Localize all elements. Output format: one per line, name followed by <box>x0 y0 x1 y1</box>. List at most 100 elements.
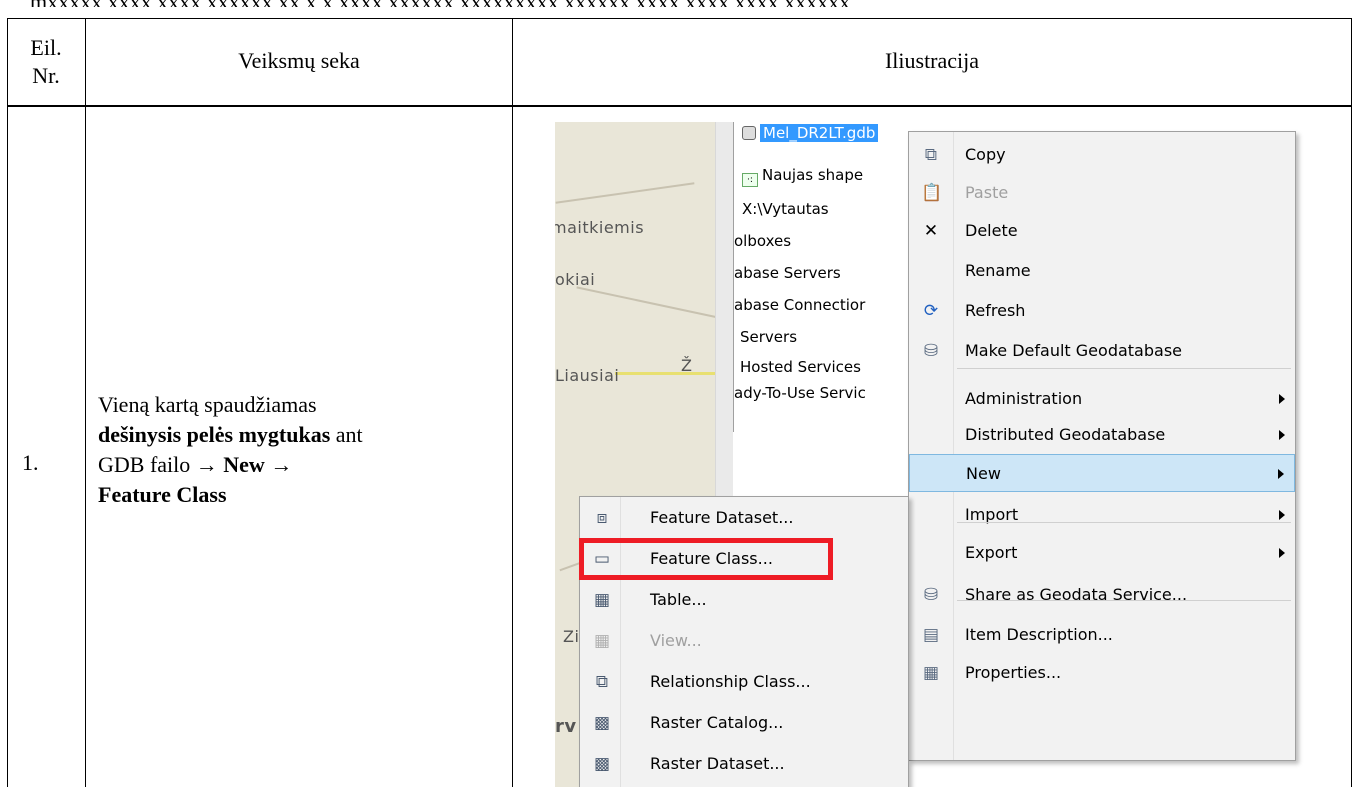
menu-separator <box>957 368 1291 369</box>
menu-separator <box>957 600 1291 601</box>
step-feature-class: Feature Class <box>98 482 227 507</box>
illustration-screenshot: maitkiemis okiai Liausiai Ž Zi rv Mel_DR… <box>555 122 1325 787</box>
header-illustration: Iliustracija <box>884 48 980 73</box>
table-border-top <box>7 18 1352 19</box>
context-menu-item-export[interactable]: Export <box>909 534 1295 572</box>
map-label: Zi <box>563 627 580 646</box>
context-menu-item-share-as-geodata-service[interactable]: ⛁ Share as Geodata Service... <box>909 576 1295 614</box>
table-border-left <box>7 18 8 787</box>
raster-catalog-icon: ▩ <box>593 713 611 733</box>
table-icon: ▦ <box>593 590 611 610</box>
context-menu-item-label: Import <box>965 505 1019 524</box>
context-menu-item-delete[interactable]: ✕ Delete <box>909 212 1295 250</box>
tree-item-shape[interactable]: ·: Naujas shape <box>742 164 864 187</box>
tree-item-db-servers[interactable]: abase Servers <box>734 262 841 284</box>
context-menu-item-administration[interactable]: Administration <box>909 380 1295 418</box>
context-menu-item-make-default-geodatabase[interactable]: ⛁ Make Default Geodatabase <box>909 332 1295 370</box>
paste-icon: 📋 <box>921 183 943 203</box>
step-new: New <box>223 452 265 477</box>
submenu-item-view[interactable]: ▦ View... <box>580 622 908 660</box>
tree-item-servers[interactable]: Servers <box>740 326 797 348</box>
view-icon: ▦ <box>593 631 611 651</box>
share-geodata-icon: ⛁ <box>923 585 939 605</box>
feature-dataset-icon: ⧈ <box>596 508 608 528</box>
context-menu-item-properties[interactable]: ▦ Properties... <box>909 654 1295 692</box>
table-border-right <box>1351 18 1352 787</box>
submenu-item-feature-dataset[interactable]: ⧈ Feature Dataset... <box>580 499 908 537</box>
database-icon <box>742 126 756 140</box>
tree-item-toolboxes[interactable]: olboxes <box>734 230 791 252</box>
catalog-tree: Mel_DR2LT.gdb ·: Naujas shape X:\Vytautas… <box>733 122 933 432</box>
map-label: Liausiai <box>555 366 620 385</box>
context-menu-item-copy[interactable]: ⧉ Copy <box>909 136 1295 174</box>
context-menu-item-label: Properties... <box>965 663 1062 682</box>
context-menu-item-new[interactable]: New <box>909 454 1295 492</box>
context-menu-item-label: Refresh <box>965 301 1026 320</box>
step-bold: dešinysis pelės mygtukas <box>98 422 331 447</box>
context-menu-item-label: Export <box>965 543 1018 562</box>
context-menu-item-rename[interactable]: Rename <box>909 252 1295 290</box>
submenu-item-label: Raster Dataset... <box>650 754 785 773</box>
submenu-item-label: Feature Dataset... <box>650 508 794 527</box>
feature-class-highlight-box <box>579 538 833 580</box>
submenu-item-raster-catalog[interactable]: ▩ Raster Catalog... <box>580 704 908 742</box>
table-border-col1 <box>85 18 86 787</box>
clipped-text-line: mxxxxx xxxx xxxx xxxxxx xx x x xxxx xxxx… <box>0 0 1359 7</box>
submenu-arrow-icon <box>1278 469 1284 479</box>
context-menu-item-label: Rename <box>965 261 1031 280</box>
step-prefix: Vieną kartą spaudžiamas <box>98 392 317 417</box>
submenu-arrow-icon <box>1279 548 1285 558</box>
copy-icon: ⧉ <box>924 145 938 165</box>
tree-item-folder[interactable]: X:\Vytautas <box>742 198 829 220</box>
map-label: maitkiemis <box>555 218 645 237</box>
tree-item-gdb[interactable]: Mel_DR2LT.gdb <box>742 122 879 144</box>
context-menu-item-item-description[interactable]: ▤ Item Description... <box>909 616 1295 654</box>
menu-separator <box>957 522 1291 523</box>
submenu-item-raster-dataset[interactable]: ▩ Raster Dataset... <box>580 745 908 783</box>
tree-item-ready[interactable]: ady-To-Use Servic <box>734 382 866 404</box>
tree-item-db-connections[interactable]: abase Connectior <box>734 294 865 316</box>
context-menu-item-label: Paste <box>965 183 1009 202</box>
context-menu-item-distributed-geodatabase[interactable]: Distributed Geodatabase <box>909 416 1295 454</box>
step-ant: ant <box>335 422 363 447</box>
context-menu-item-refresh[interactable]: ⟳ Refresh <box>909 292 1295 330</box>
step-arrow: → <box>270 452 293 477</box>
relationship-class-icon: ⧉ <box>595 672 609 692</box>
header-nr-line: Eil. <box>30 35 62 60</box>
context-menu-item-label: Delete <box>965 221 1018 240</box>
submenu-arrow-icon <box>1279 430 1285 440</box>
submenu-item-label: View... <box>650 631 702 650</box>
table-border-header-bottom <box>7 105 1352 107</box>
context-menu-item-label: New <box>966 464 1001 483</box>
tree-item-label: Mel_DR2LT.gdb <box>760 124 879 142</box>
map-label: okiai <box>555 270 596 289</box>
point-feature-icon: ·: <box>742 173 758 187</box>
properties-icon: ▦ <box>922 663 940 683</box>
context-menu-item-label: Distributed Geodatabase <box>965 425 1166 444</box>
context-menu-item-import[interactable]: Import <box>909 496 1295 534</box>
header-nr-line: Nr. <box>32 63 60 88</box>
context-menu: ⧉ Copy 📋 Paste ✕ Delete Rename ⟳ Refresh ⛁ Make De… <box>908 131 1296 761</box>
map-label: rv <box>555 716 577 737</box>
context-menu-item-paste[interactable]: 📋 Paste <box>909 174 1295 212</box>
default-geodatabase-icon: ⛁ <box>923 341 939 361</box>
context-menu-item-label: Administration <box>965 389 1083 408</box>
submenu-item-table[interactable]: ▦ Table... <box>580 581 908 619</box>
context-menu-item-label: Copy <box>965 145 1006 164</box>
submenu-item-label: Relationship Class... <box>650 672 811 691</box>
table-border-col2 <box>512 18 513 787</box>
submenu-arrow-icon <box>1279 510 1285 520</box>
item-description-icon: ▤ <box>922 625 940 645</box>
context-menu-item-label: Make Default Geodatabase <box>965 341 1182 360</box>
submenu-item-relationship-class[interactable]: ⧉ Relationship Class... <box>580 663 908 701</box>
refresh-icon: ⟳ <box>923 301 939 321</box>
header-steps: Veiksmų seka <box>238 48 360 73</box>
submenu-item-label: Raster Catalog... <box>650 713 784 732</box>
tree-item-hosted[interactable]: Hosted Services <box>740 356 861 378</box>
row-number: 1. <box>22 450 39 475</box>
context-menu-item-label: Item Description... <box>965 625 1113 644</box>
submenu-arrow-icon <box>1279 394 1285 404</box>
header-nr: Eil. Nr. <box>16 34 76 90</box>
tree-item-label: Naujas shape <box>762 166 864 184</box>
delete-icon: ✕ <box>923 221 939 241</box>
